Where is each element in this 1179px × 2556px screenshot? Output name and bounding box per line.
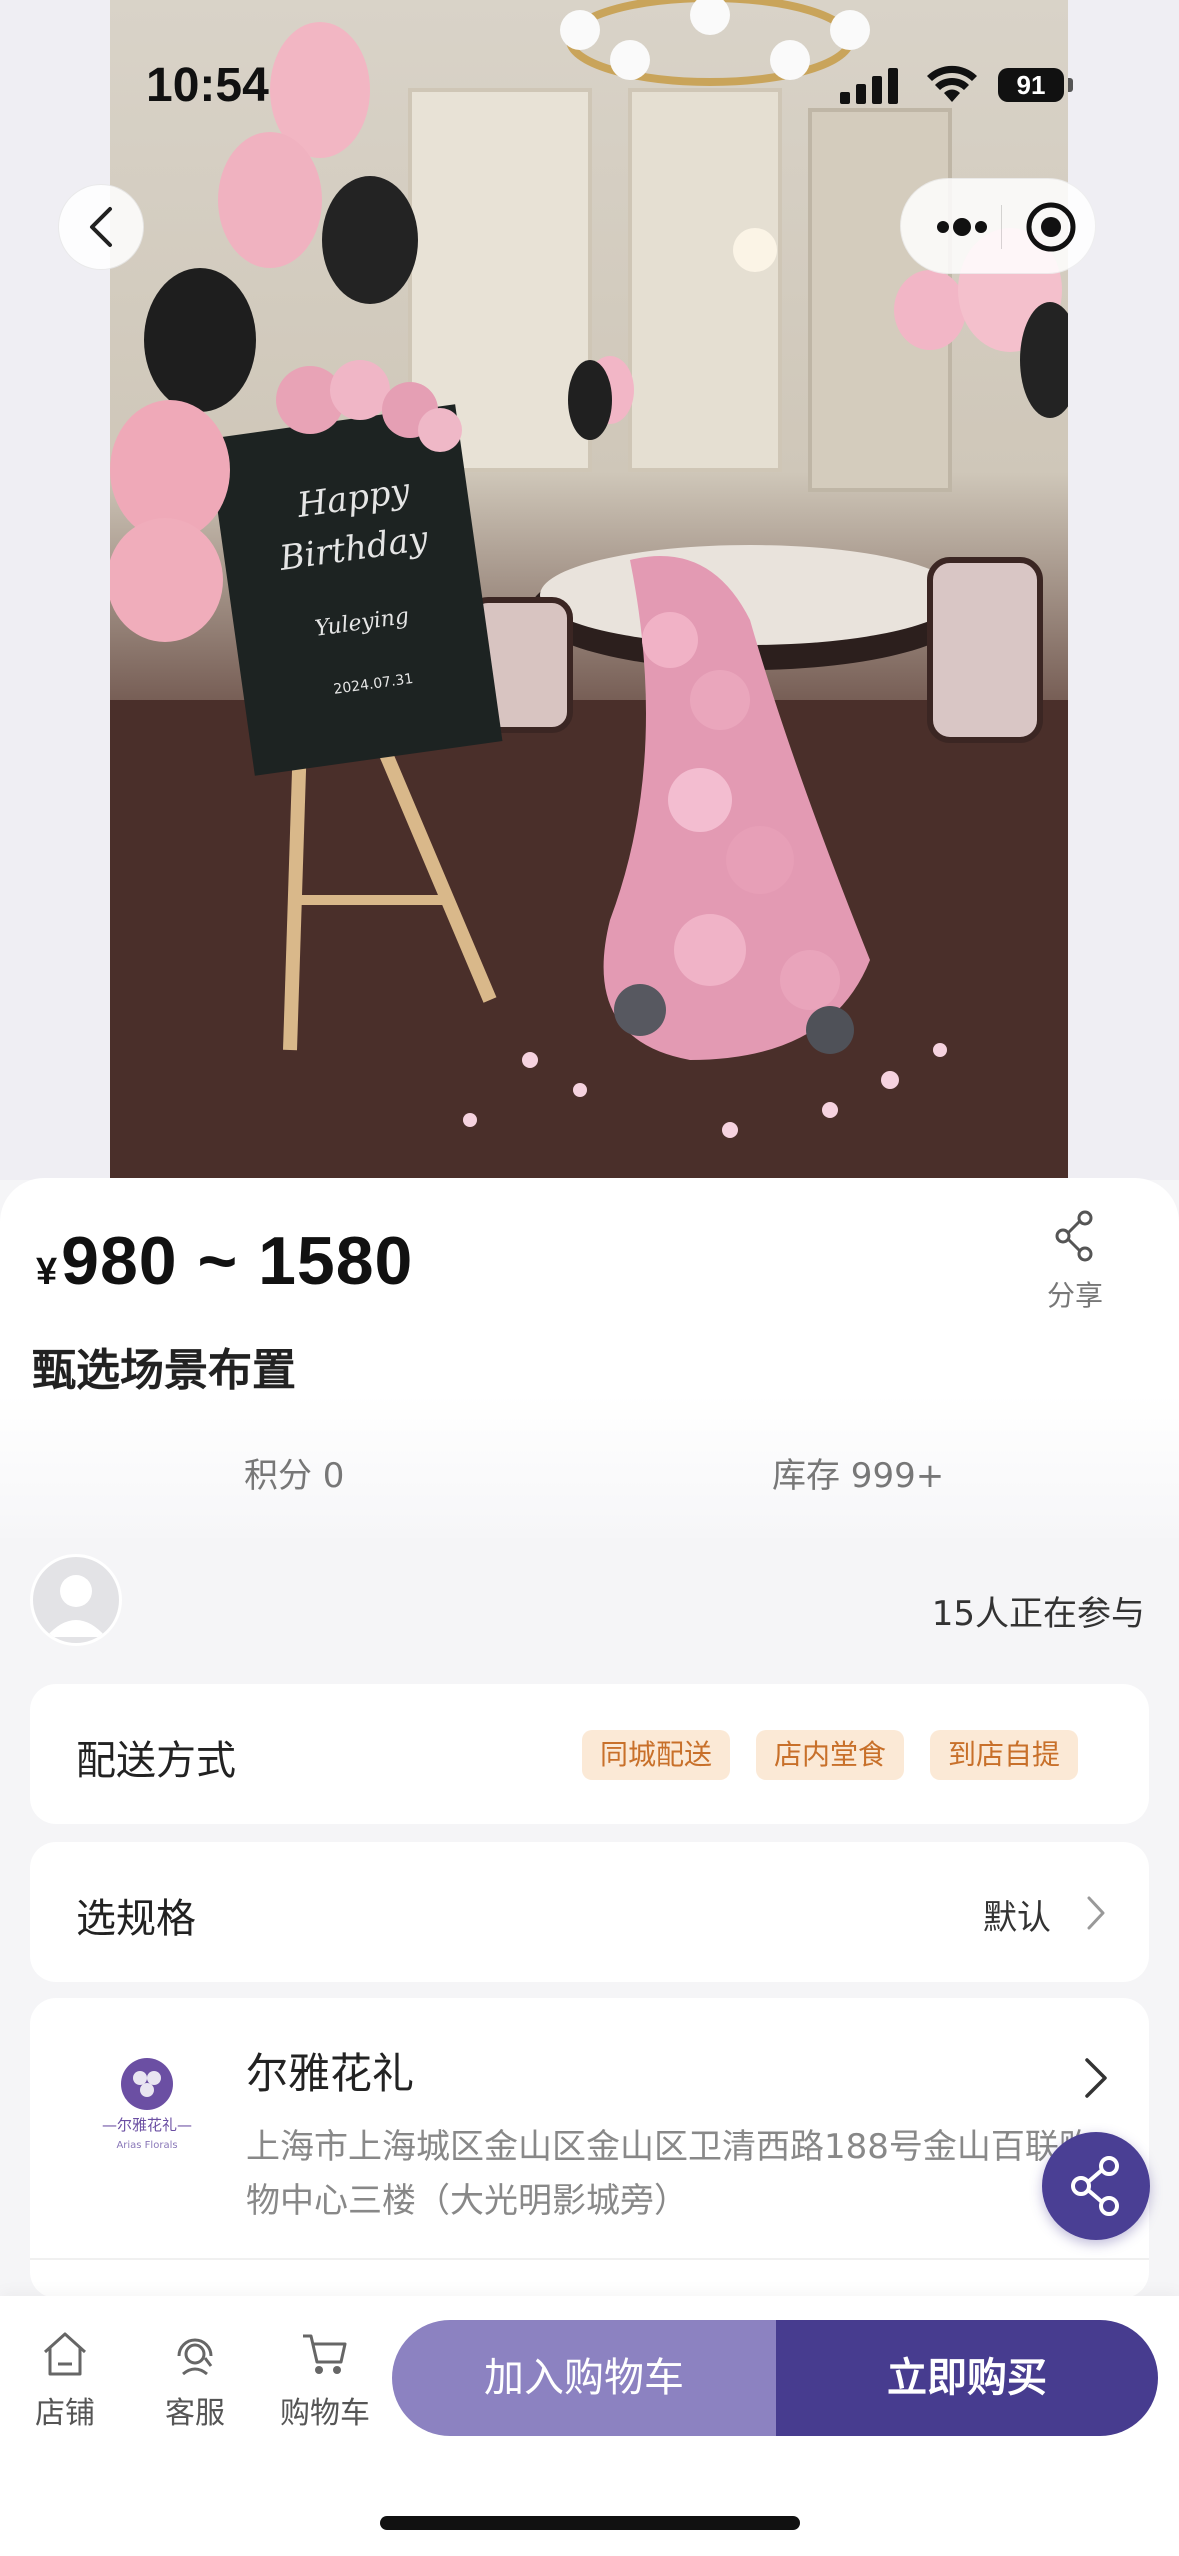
store-address: 上海市上海城区金山区金山区卫清西路188号金山百联购物中心三楼（大光明影城旁） (246, 2127, 1093, 2221)
chevron-left-icon (90, 207, 112, 247)
delivery-card: 配送方式 同城配送 店内堂食 到店自提 (30, 1684, 1149, 1824)
tab-label: 客服 (165, 2396, 225, 2431)
add-to-cart-button[interactable]: 加入购物车 (392, 2320, 776, 2436)
buy-now-button[interactable]: 立即购买 (776, 2320, 1158, 2436)
price-amount: 980 ~ 1580 (61, 1223, 414, 1299)
svg-text:—尔雅花礼—: —尔雅花礼— (102, 2116, 192, 2134)
floating-share-button[interactable] (1042, 2132, 1150, 2240)
stock-text: 库存 999+ (772, 1456, 945, 1496)
spec-selector[interactable]: 选规格 默认 (30, 1842, 1149, 1982)
share-button[interactable]: 分享 (1040, 1210, 1110, 1314)
store-card[interactable]: —尔雅花礼— Arias Florals 尔雅花礼 上海市上海城区金山区金山区卫… (30, 1998, 1149, 2298)
back-button[interactable] (58, 184, 144, 270)
tab-label: 购物车 (280, 2396, 370, 2431)
mini-program-capsule[interactable] (900, 178, 1096, 274)
participants-count: 15人正在参与 (931, 1594, 1145, 1634)
product-title: 甄选场景布置 (32, 1345, 296, 1396)
price: ¥980 ~ 1580 (36, 1222, 413, 1300)
product-photo[interactable]: Happy Birthday Yuleying 2024.07.31 (110, 0, 1068, 1180)
points-text: 积分 0 (244, 1456, 345, 1496)
status-time: 10:54 (146, 59, 269, 112)
delivery-label: 配送方式 (76, 1738, 236, 1784)
delivery-tag: 同城配送 (582, 1730, 731, 1780)
home-indicator (380, 2516, 800, 2530)
tab-store[interactable]: 店铺 (10, 2328, 120, 2432)
store-logo: —尔雅花礼— Arias Florals (102, 2058, 192, 2151)
chevron-right-icon (1087, 1896, 1105, 1930)
spec-value: 默认 (983, 1898, 1051, 1938)
tab-label: 店铺 (35, 2396, 95, 2431)
status-icons: 91 (840, 62, 1080, 112)
customer-service-icon (177, 2338, 213, 2376)
share-label: 分享 (1046, 1279, 1103, 1312)
share-icon (1071, 2156, 1119, 2216)
spec-label: 选规格 (76, 1896, 196, 1942)
cart-icon (303, 2334, 347, 2374)
share-icon (1055, 1210, 1093, 1262)
battery-tip (1068, 78, 1073, 92)
default-avatar-icon (46, 1575, 106, 1637)
divider (30, 2258, 1149, 2260)
tab-customer-service[interactable]: 客服 (140, 2328, 250, 2432)
price-currency: ¥ (36, 1251, 58, 1293)
capsule-divider (1001, 205, 1002, 249)
photo-illustration: Happy Birthday Yuleying 2024.07.31 (110, 0, 1068, 1180)
avatar[interactable] (30, 1554, 122, 1646)
battery-icon: 91 (998, 68, 1064, 102)
chevron-right-icon (1085, 2058, 1107, 2098)
home-icon (43, 2332, 87, 2376)
tab-cart[interactable]: 购物车 (270, 2328, 380, 2432)
more-dots-icon[interactable] (935, 209, 989, 245)
target-icon[interactable] (1025, 201, 1077, 253)
svg-text:Arias Florals: Arias Florals (116, 2140, 177, 2151)
signal-icon (840, 68, 898, 104)
store-name: 尔雅花礼 (246, 2049, 415, 2098)
delivery-tag: 到店自提 (930, 1730, 1079, 1780)
wifi-icon (927, 65, 977, 102)
delivery-tag: 店内堂食 (756, 1730, 905, 1780)
